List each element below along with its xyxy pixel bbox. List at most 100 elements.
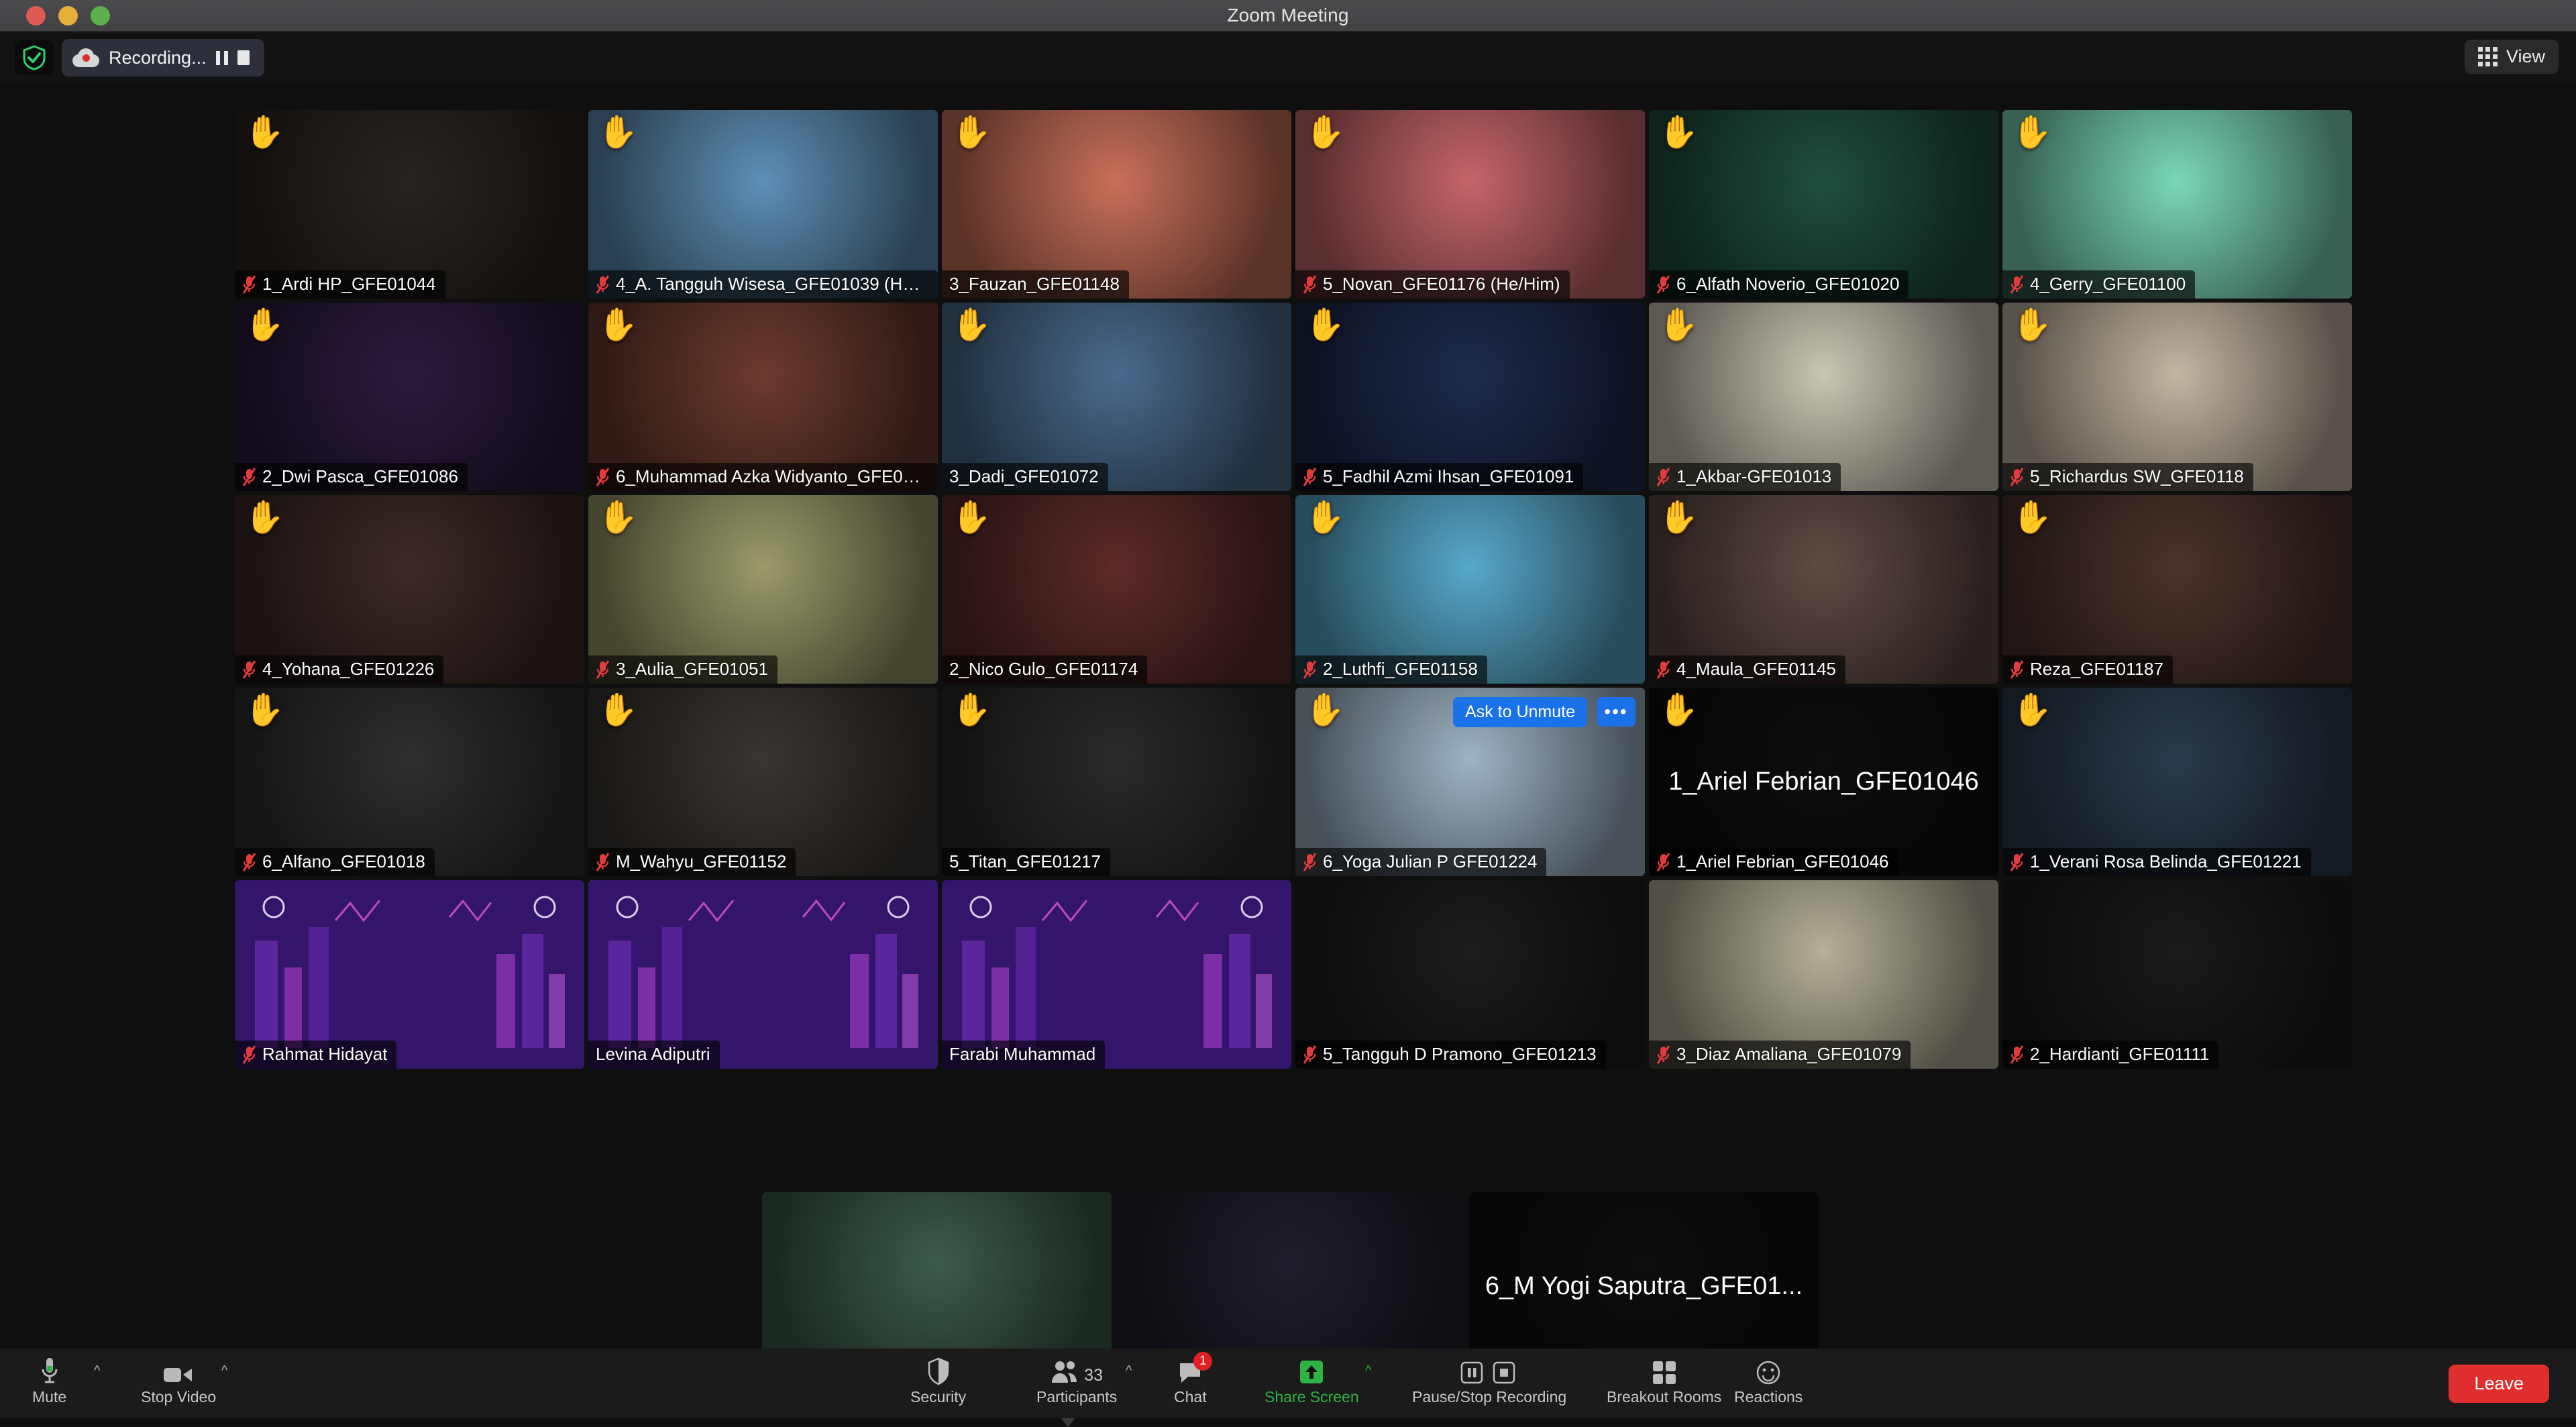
video-options-caret[interactable]: ^	[221, 1363, 227, 1379]
participant-name-bar: 6_Muhammad Azka Widyanto_GFE01056	[588, 463, 938, 491]
participant-tile[interactable]: ✋ 6_Alfath Noverio_GFE01020	[1649, 110, 1998, 299]
participant-tile[interactable]: ✋1_Verani Rosa Belinda_GFE01221	[2002, 688, 2352, 876]
raised-hand-icon: ✋	[1658, 502, 1699, 534]
muted-microphone-icon	[242, 853, 256, 871]
tile-more-options-button[interactable]: •••	[1597, 697, 1635, 727]
participant-tile[interactable]: ✋Reza_GFE01187	[2002, 495, 2352, 684]
participant-name: 1_Verani Rosa Belinda_GFE01221	[2030, 851, 2302, 872]
grid-icon	[2478, 47, 2498, 66]
view-button[interactable]: View	[2465, 40, 2559, 74]
participant-tile[interactable]: ✋ 4_Maula_GFE01145	[1649, 495, 1998, 684]
muted-microphone-icon	[2010, 275, 2024, 294]
shield-check-icon[interactable]	[15, 40, 54, 75]
share-screen-label: Share Screen	[1265, 1388, 1359, 1406]
participant-name-bar: 6_Alfath Noverio_GFE01020	[1649, 270, 1909, 299]
participant-tile[interactable]: ✋3_Fauzan_GFE01148	[942, 110, 1291, 299]
participants-caret[interactable]: ^	[1126, 1363, 1132, 1379]
participant-tile[interactable]: Farabi Muhammad	[942, 880, 1291, 1069]
participant-name-bar: 4_Maula_GFE01145	[1649, 655, 1845, 684]
raised-hand-icon: ✋	[598, 694, 638, 727]
participant-name: M_Wahyu_GFE01152	[616, 851, 786, 872]
participant-name: 2_Luthfi_GFE01158	[1323, 659, 1478, 680]
breakout-rooms-button[interactable]: Breakout Rooms	[1607, 1355, 1721, 1406]
participant-tile[interactable]: ✋5_Novan_GFE01176 (He/Him)	[1295, 110, 1645, 299]
video-stage: ✋1_Ardi HP_GFE01044✋4_A. Tangguh Wisesa_…	[0, 82, 2576, 1349]
participant-name-bar: 1_Verani Rosa Belinda_GFE01221	[2002, 848, 2311, 876]
recording-cloud-icon	[72, 48, 99, 67]
participant-name: 4_A. Tangguh Wisesa_GFE01039 (He/...	[616, 274, 928, 295]
audio-options-caret[interactable]: ^	[94, 1363, 100, 1379]
participant-tile[interactable]: ✋ 2_Luthfi_GFE01158	[1295, 495, 1645, 684]
participant-tile[interactable]: ✋5_Titan_GFE01217	[942, 688, 1291, 876]
participants-label: Participants	[1036, 1388, 1117, 1406]
security-label: Security	[910, 1388, 966, 1406]
participant-name-bar: 2_Nico Gulo_GFE01174	[942, 655, 1147, 684]
participant-tile[interactable]: 1_Ariel Febrian_GFE01046✋1_Ariel Febrian…	[1649, 688, 1998, 876]
leave-label: Leave	[2474, 1373, 2524, 1393]
participant-name: 3_Aulia_GFE01051	[616, 659, 768, 680]
share-arrow-icon	[1298, 1355, 1325, 1385]
participant-tile[interactable]: ✋2_Nico Gulo_GFE01174	[942, 495, 1291, 684]
muted-microphone-icon	[1656, 275, 1670, 294]
participant-tile[interactable]: ✋1_Akbar-GFE01013	[1649, 303, 1998, 491]
share-screen-button[interactable]: Share Screen	[1265, 1355, 1359, 1406]
raised-hand-icon: ✋	[1658, 117, 1699, 149]
participant-tile[interactable]: ✋3_Aulia_GFE01051	[588, 495, 938, 684]
share-options-caret[interactable]: ^	[1365, 1363, 1371, 1379]
participant-name: 2_Nico Gulo_GFE01174	[949, 659, 1138, 680]
people-icon: 33	[1051, 1355, 1103, 1385]
participant-name-bar: 1_Ariel Febrian_GFE01046	[1649, 848, 1898, 876]
muted-microphone-icon	[242, 1045, 256, 1064]
mute-button[interactable]: Mute	[32, 1355, 66, 1406]
pause-recording-button[interactable]	[216, 51, 228, 65]
participant-tile[interactable]: ✋3_Dadi_GFE01072	[942, 303, 1291, 491]
muted-microphone-icon	[2010, 468, 2024, 486]
participants-button[interactable]: 33 Participants	[1036, 1355, 1117, 1406]
pause-stop-recording-button[interactable]: Pause/Stop Recording	[1412, 1355, 1566, 1406]
participant-tile[interactable]: ✋4_Yohana_GFE01226	[235, 495, 584, 684]
participant-tile[interactable]: ✋ Ask to Unmute ••• 6_Yoga Julian P GFE0122…	[1295, 688, 1645, 876]
participant-tile[interactable]: Levina Adiputri	[588, 880, 938, 1069]
camera-icon	[162, 1355, 195, 1385]
participant-tile[interactable]: Rahmat Hidayat	[235, 880, 584, 1069]
window-titlebar: Zoom Meeting	[0, 0, 2576, 32]
raised-hand-icon: ✋	[1305, 694, 1345, 727]
participant-name-bar: 1_Ardi HP_GFE01044	[235, 270, 445, 299]
ask-to-unmute-button[interactable]: Ask to Unmute	[1453, 697, 1587, 727]
security-button[interactable]: Security	[910, 1355, 966, 1406]
participant-tile[interactable]: ✋6_Muhammad Azka Widyanto_GFE01056	[588, 303, 938, 491]
recording-label: Recording...	[109, 48, 207, 68]
raised-hand-icon: ✋	[244, 117, 284, 149]
chat-button[interactable]: 1 Chat	[1174, 1355, 1207, 1406]
raised-hand-icon: ✋	[1305, 502, 1345, 534]
participant-tile[interactable]: ✋ M_Wahyu_GFE01152	[588, 688, 938, 876]
participant-name: 2_Hardianti_GFE01111	[2030, 1044, 2209, 1065]
participant-tile[interactable]: ✋5_Fadhil Azmi Ihsan_GFE01091	[1295, 303, 1645, 491]
participant-name: 1_Ardi HP_GFE01044	[262, 274, 436, 295]
muted-microphone-icon	[1656, 660, 1670, 679]
participant-tile[interactable]: ✋4_A. Tangguh Wisesa_GFE01039 (He/...	[588, 110, 938, 299]
raised-hand-icon: ✋	[951, 309, 991, 341]
participant-tile[interactable]: ✋6_Alfano_GFE01018	[235, 688, 584, 876]
muted-microphone-icon	[1656, 853, 1670, 871]
meeting-toolbar: Mute ^ Stop Video ^ Security	[0, 1349, 2576, 1418]
participant-name-bar: 4_A. Tangguh Wisesa_GFE01039 (He/...	[588, 270, 938, 299]
reactions-button[interactable]: Reactions	[1734, 1355, 1803, 1406]
participant-tile[interactable]: 2_Hardianti_GFE01111	[2002, 880, 2352, 1069]
participant-name: 6_Yoga Julian P GFE01224	[1323, 851, 1537, 872]
participant-tile[interactable]: 3_Diaz Amaliana_GFE01079	[1649, 880, 1998, 1069]
microphone-icon	[40, 1355, 60, 1385]
participant-name-bar: 4_Yohana_GFE01226	[235, 655, 443, 684]
stop-recording-button[interactable]	[237, 50, 250, 65]
participant-tile[interactable]: ✋4_Gerry_GFE01100	[2002, 110, 2352, 299]
participant-name: Levina Adiputri	[596, 1044, 710, 1065]
participant-tile[interactable]: 5_Tangguh D Pramono_GFE01213	[1295, 880, 1645, 1069]
participant-tile[interactable]: ✋5_Richardus SW_GFE0118	[2002, 303, 2352, 491]
participant-tile[interactable]: ✋2_Dwi Pasca_GFE01086	[235, 303, 584, 491]
leave-button[interactable]: Leave	[2449, 1365, 2549, 1403]
participant-tile[interactable]: ✋ 1_Ardi HP_GFE01044	[235, 110, 584, 299]
stop-video-button[interactable]: Stop Video	[141, 1355, 216, 1406]
participant-name: Farabi Muhammad	[949, 1044, 1095, 1065]
chat-bubble-icon: 1	[1177, 1355, 1203, 1385]
participant-name-bar: Reza_GFE01187	[2002, 655, 2173, 684]
